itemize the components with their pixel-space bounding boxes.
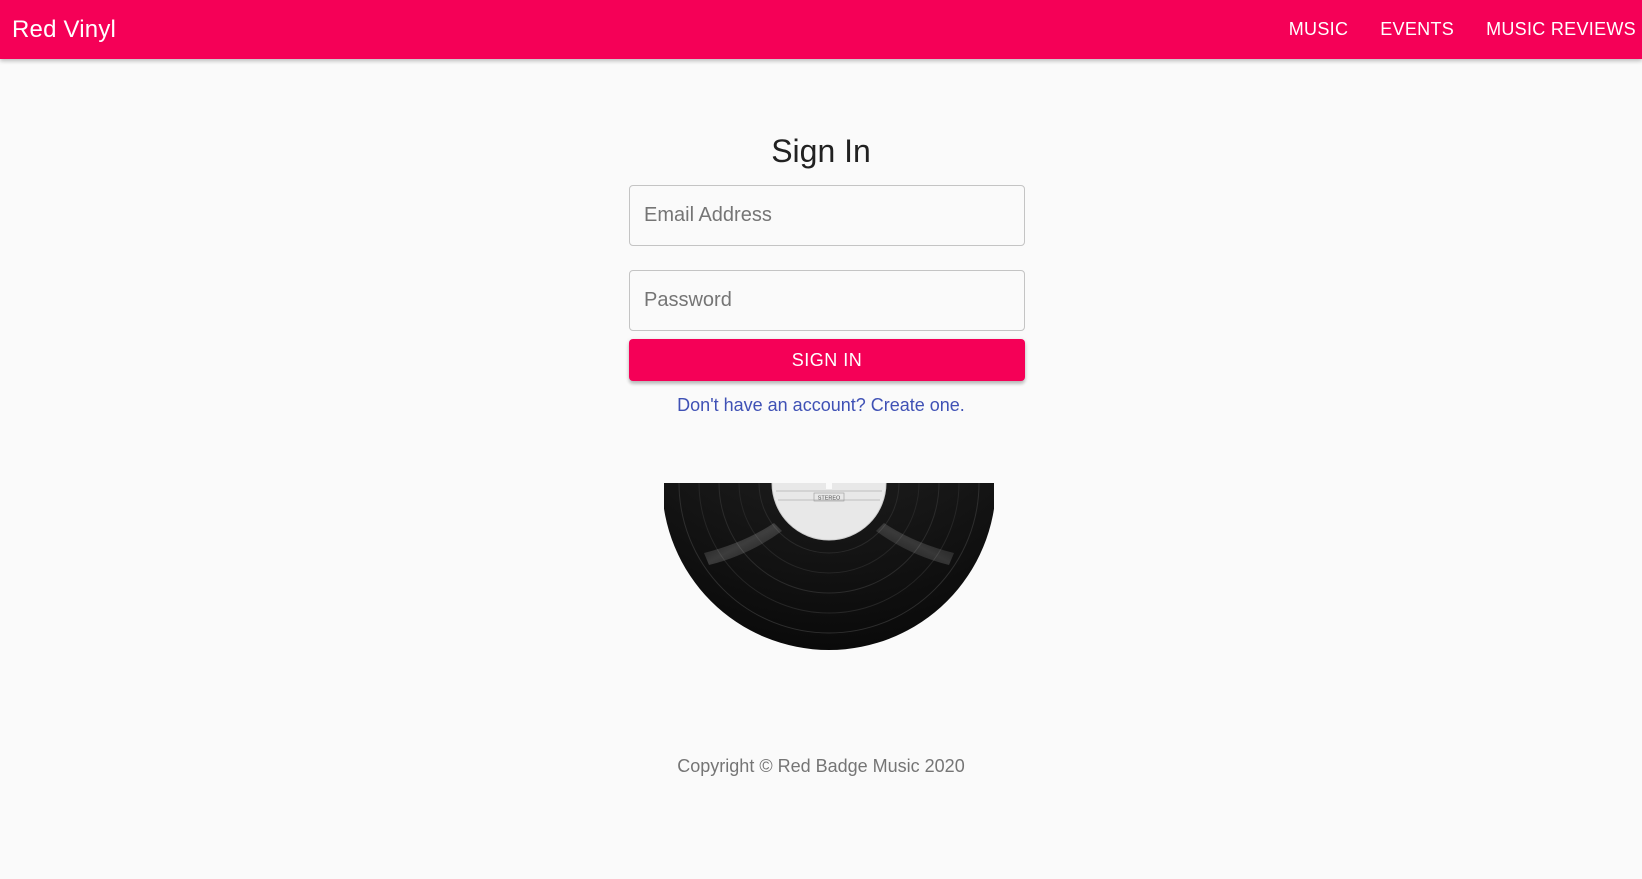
main-nav: MUSIC EVENTS MUSIC REVIEWS xyxy=(1289,0,1636,59)
app-bar: Red Vinyl MUSIC EVENTS MUSIC REVIEWS xyxy=(0,0,1642,59)
signin-page: Sign In SIGN IN Don't have an account? C… xyxy=(0,59,1642,879)
nav-link-events[interactable]: EVENTS xyxy=(1380,0,1454,59)
vinyl-label-text: STEREO xyxy=(818,496,841,502)
brand-title[interactable]: Red Vinyl xyxy=(12,16,116,44)
nav-link-music[interactable]: MUSIC xyxy=(1289,0,1349,59)
page-title: Sign In xyxy=(771,133,871,170)
copyright-text: Copyright © Red Badge Music 2020 xyxy=(677,756,965,776)
password-field[interactable] xyxy=(629,270,1025,331)
sign-in-button[interactable]: SIGN IN xyxy=(629,339,1025,381)
nav-link-music-reviews[interactable]: MUSIC REVIEWS xyxy=(1486,0,1636,59)
create-account-link[interactable]: Don't have an account? Create one. xyxy=(0,395,1642,416)
email-field[interactable] xyxy=(629,185,1025,246)
vinyl-record-image: STEREO xyxy=(664,483,994,653)
